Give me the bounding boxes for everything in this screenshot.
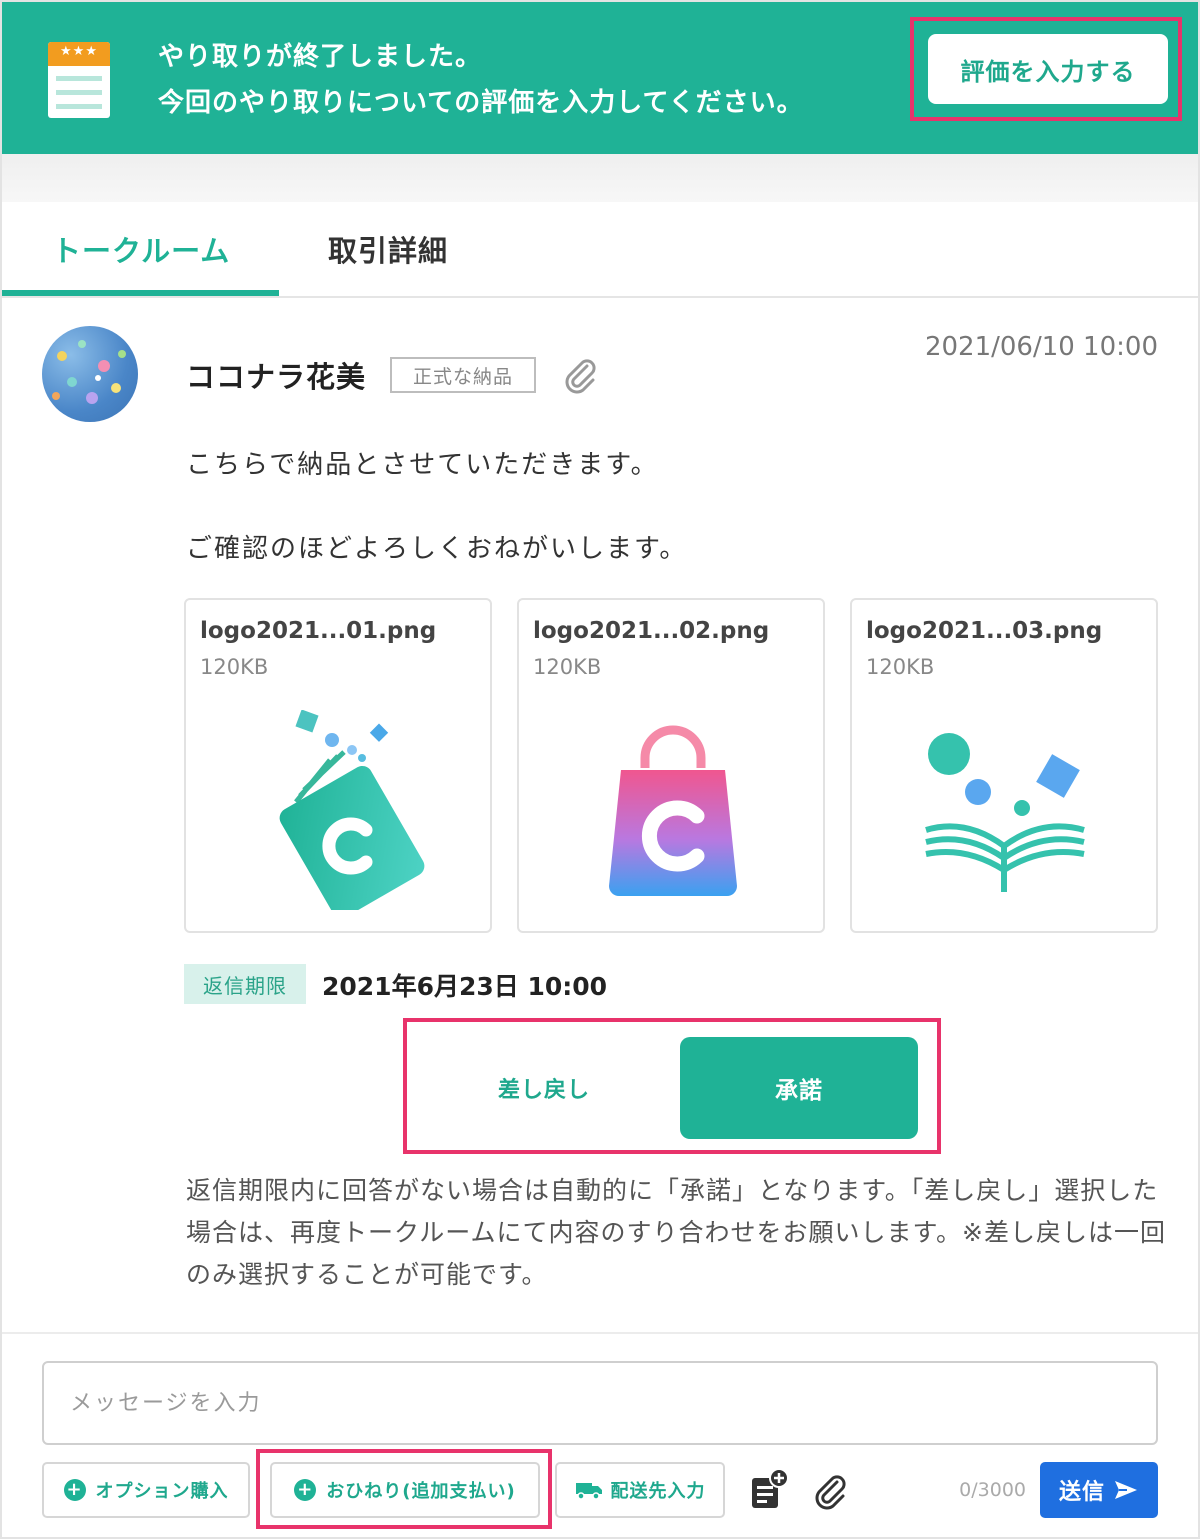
book-logo-icon [279,710,425,910]
purchase-option-button[interactable]: + オプション購入 [42,1462,250,1518]
separator-band [2,154,1198,202]
file-name: logo2021...01.png [200,618,437,644]
message-body-line-2: ご確認のほどよろしくおねがいします。 [186,534,688,564]
message-timestamp: 2021/06/10 10:00 [924,332,1158,362]
message-body-line-1: こちらで納品とさせていただきます。 [186,450,659,480]
highlight-frame-tip [256,1449,552,1529]
send-arrow-icon [1115,1481,1137,1499]
tab-bar: トークルーム 取引詳細 [2,202,1198,298]
tab-transaction-details[interactable]: 取引詳細 [328,228,448,270]
banner-line-1: やり取りが終了しました。 [158,42,483,72]
reply-deadline-label: 返信期限 [184,964,306,1004]
truck-icon [575,1483,602,1500]
send-label: 送信 [1058,1480,1105,1505]
purchase-option-label: オプション購入 [95,1481,229,1502]
banner-line-2: 今回のやり取りについての評価を入力してください。 [158,88,804,118]
add-note-icon[interactable] [748,1468,790,1510]
message-input[interactable] [42,1361,1158,1445]
shipping-address-button[interactable]: 配送先入力 [555,1462,725,1518]
file-name: logo2021...03.png [866,618,1103,644]
shopping-bag-logo-icon [609,725,737,896]
paperclip-icon [565,359,596,394]
auto-accept-note: 返信期限内に回答がない場合は自動的に「承諾」となります。「差し戻し」選択した場合… [186,1176,1166,1289]
file-size: 120KB [866,655,935,679]
file-size: 120KB [200,655,269,679]
reply-deadline-value: 2021年6月23日 10:00 [322,972,608,1001]
attach-file-icon[interactable] [810,1470,850,1510]
send-button[interactable]: 送信 [1040,1462,1158,1518]
plus-circle-icon: + [63,1479,86,1501]
open-book-logo-icon [925,733,1085,892]
file-card-3[interactable]: logo2021...03.png 120KB [850,598,1158,933]
file-name: logo2021...02.png [533,618,770,644]
avatar[interactable] [42,326,138,422]
file-card-2[interactable]: logo2021...02.png 120KB [517,598,825,933]
rating-sheet-icon: ★★★ [48,42,110,118]
file-size: 120KB [533,655,602,679]
shipping-address-label: 配送先入力 [610,1481,706,1502]
active-tab-indicator [2,290,279,296]
character-counter: 0/3000 [959,1479,1026,1501]
highlight-frame-actions [403,1018,941,1154]
banner-message: やり取りが終了しました。 今回のやり取りについての評価を入力してください。 [158,34,804,126]
file-card-1[interactable]: logo2021...01.png 120KB [184,598,492,933]
sender-name: ココナラ花美 [186,360,367,394]
tab-talkroom[interactable]: トークルーム [52,228,230,270]
highlight-frame-rating [910,17,1182,121]
official-delivery-badge: 正式な納品 [390,357,536,393]
